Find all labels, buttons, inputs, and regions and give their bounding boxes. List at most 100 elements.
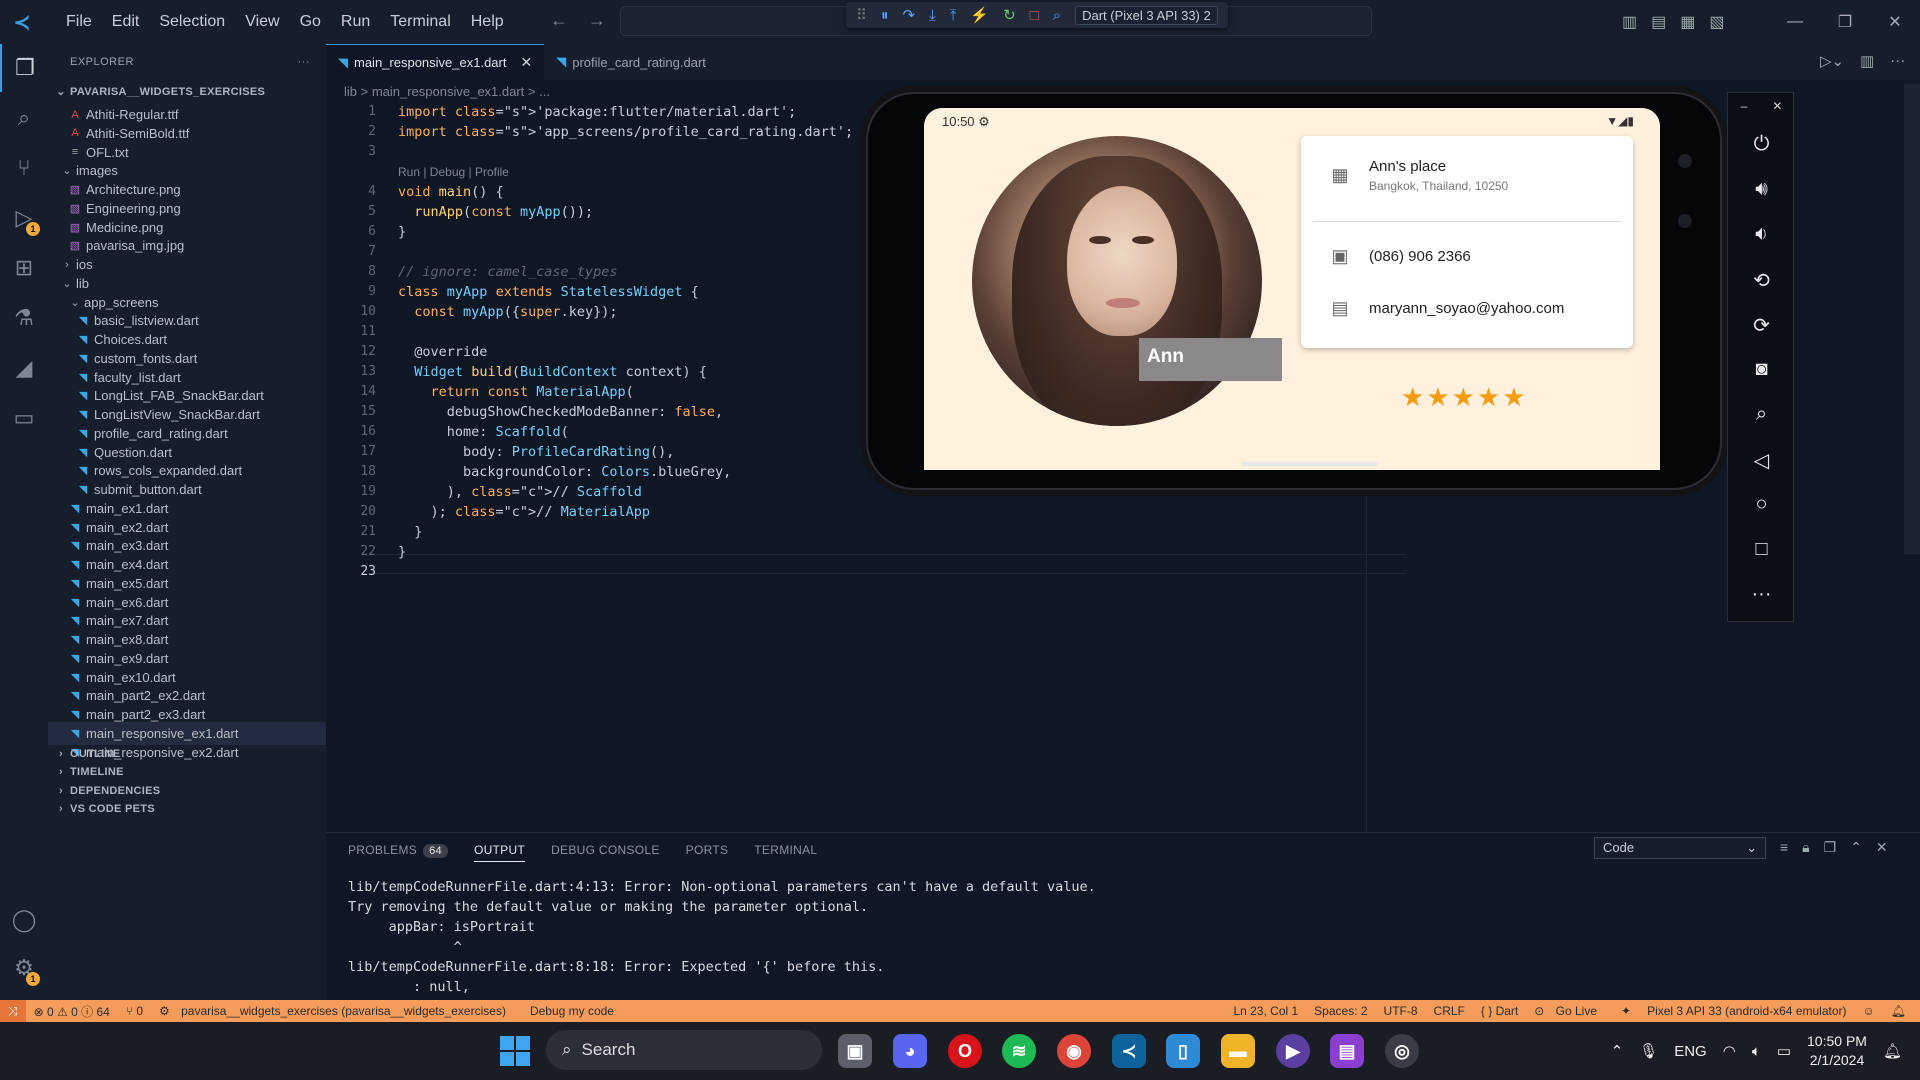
language-mode[interactable]: { } Dart xyxy=(1473,1004,1526,1018)
encoding[interactable]: UTF-8 xyxy=(1376,1004,1426,1018)
step-out-icon[interactable]: ⤒ xyxy=(950,7,957,24)
inspect-icon[interactable]: ⌕ xyxy=(1053,7,1061,24)
menu-item-edit[interactable]: Edit xyxy=(102,0,150,44)
output-channel-select[interactable]: Code ⌄ xyxy=(1594,837,1766,859)
open-in-editor-icon[interactable]: ❐ xyxy=(1824,839,1837,856)
customize-layout-icon[interactable]: ▧ xyxy=(1709,12,1724,32)
hot-reload-icon[interactable]: ⚡ xyxy=(970,6,989,24)
more-actions-icon[interactable]: ··· xyxy=(298,56,311,80)
discord-icon[interactable]: ◕ xyxy=(893,1034,927,1068)
settings-gear-icon[interactable]: ⚙ 1 xyxy=(0,944,48,992)
step-over-icon[interactable]: ↷ xyxy=(903,6,916,24)
windows-start-icon[interactable] xyxy=(500,1036,530,1066)
section-vs-code-pets[interactable]: › VS CODE PETS xyxy=(48,798,326,821)
tab-main-responsive-ex1[interactable]: ◥ main_responsive_ex1.dart ✕ xyxy=(326,44,545,80)
code-line[interactable]: debugShowCheckedModeBanner: false, xyxy=(398,402,853,422)
menu-item-selection[interactable]: Selection xyxy=(149,0,235,44)
code-line[interactable]: } xyxy=(398,222,853,242)
obs-icon[interactable]: ◎ xyxy=(1385,1034,1419,1068)
clipchamp-icon[interactable]: ▤ xyxy=(1330,1034,1364,1068)
extended-controls-icon[interactable]: ··· xyxy=(1728,583,1795,606)
code-line[interactable]: const myApp({super.key}); xyxy=(398,302,853,322)
task-view-icon[interactable]: ▣ xyxy=(838,1034,872,1068)
zoom-icon[interactable]: ⌕ xyxy=(1728,403,1795,426)
code-line[interactable]: class myApp extends StatelessWidget { xyxy=(398,282,853,302)
notification-bell-icon[interactable]: 🔔︎ xyxy=(1883,1042,1902,1060)
maximize-panel-icon[interactable]: ⌃ xyxy=(1850,839,1862,856)
debug-status[interactable]: Debug my code xyxy=(522,1004,622,1018)
code-line[interactable]: } xyxy=(398,542,853,562)
end-of-line[interactable]: CRLF xyxy=(1426,1004,1473,1018)
code-line[interactable]: home: Scaffold( xyxy=(398,422,853,442)
code-line[interactable]: @override xyxy=(398,342,853,362)
emulator-close-icon[interactable]: ✕ xyxy=(1772,99,1782,113)
code-line[interactable]: runApp(const myApp()); xyxy=(398,202,853,222)
back-icon[interactable]: ◁ xyxy=(1728,448,1795,473)
menu-item-run[interactable]: Run xyxy=(331,0,380,44)
toggle-panel-icon[interactable]: ▤ xyxy=(1651,12,1666,32)
code-line[interactable]: import class="s">'app_screens/profile_ca… xyxy=(398,122,853,142)
menu-item-file[interactable]: File xyxy=(56,0,102,44)
battery-icon[interactable]: ▭ xyxy=(1777,1042,1791,1060)
code-line[interactable]: // ignore: camel_case_types xyxy=(398,262,853,282)
spotify-icon[interactable]: ≋ xyxy=(1002,1034,1036,1068)
overview-icon[interactable]: □ xyxy=(1728,538,1795,561)
home-icon[interactable]: ○ xyxy=(1728,493,1795,516)
menu-item-help[interactable]: Help xyxy=(461,0,514,44)
codelens-run-debug[interactable]: Run | Debug | Profile xyxy=(398,162,853,182)
code-line[interactable] xyxy=(398,322,853,342)
device-selector[interactable]: Pixel 3 API 33 (android-x64 emulator) xyxy=(1639,1004,1854,1018)
testing-icon[interactable]: ⚗ xyxy=(0,294,48,342)
run-debug-icon[interactable]: ▷ 1 xyxy=(0,194,48,242)
source-control-icon[interactable]: ⑂ xyxy=(0,144,48,192)
cursor-position[interactable]: Ln 23, Col 1 xyxy=(1225,1004,1306,1018)
flutter-icon[interactable]: ◢ xyxy=(0,344,48,392)
taskbar-search[interactable]: ⌕ Search xyxy=(546,1030,822,1070)
panel-tab-problems[interactable]: PROBLEMS 64 xyxy=(348,843,448,862)
split-editor-icon[interactable]: ▥ xyxy=(1860,52,1874,70)
go-live-button[interactable]: ⊙ Go Live xyxy=(1526,1004,1613,1018)
screenshot-icon[interactable]: ◙ xyxy=(1728,358,1795,381)
rotate-left-icon[interactable]: ⟲ xyxy=(1728,268,1795,293)
clock[interactable]: 10:50 PM 2/1/2024 xyxy=(1807,1032,1867,1070)
vscode-taskbar-icon[interactable]: ≺ xyxy=(1112,1034,1146,1068)
rotate-right-icon[interactable]: ⟳ xyxy=(1728,313,1795,338)
menu-item-go[interactable]: Go xyxy=(290,0,331,44)
minimize-icon[interactable]: — xyxy=(1770,13,1820,31)
tray-overflow-icon[interactable]: ⌃ xyxy=(1611,1042,1624,1060)
forward-arrow-icon[interactable]: → xyxy=(588,10,606,31)
close-panel-icon[interactable]: ✕ xyxy=(1876,839,1888,856)
tab-profile-card-rating[interactable]: ◥ profile_card_rating.dart xyxy=(544,44,718,80)
code-line[interactable]: import class="s">'package:flutter/materi… xyxy=(398,102,853,122)
stop-icon[interactable]: □ xyxy=(1030,7,1039,24)
code-line[interactable] xyxy=(398,242,853,262)
panel-tab-debug-console[interactable]: DEBUG CONSOLE xyxy=(551,843,660,862)
code-content[interactable]: import class="s">'package:flutter/materi… xyxy=(398,102,853,582)
code-line[interactable]: return const MaterialApp( xyxy=(398,382,853,402)
emulator-minimize-icon[interactable]: – xyxy=(1741,99,1748,113)
volume-up-icon[interactable]: 🔊︎ xyxy=(1728,178,1795,201)
pause-icon[interactable]: ⏸ xyxy=(881,7,889,24)
search-icon[interactable]: ⌕ xyxy=(0,94,48,142)
code-line[interactable]: body: ProfileCardRating(), xyxy=(398,442,853,462)
speaker-icon[interactable]: 🔈︎ xyxy=(1752,1043,1761,1060)
notifications-icon[interactable]: 🔔︎ xyxy=(1883,1004,1914,1018)
step-into-icon[interactable]: ⤓ xyxy=(929,7,936,24)
account-icon[interactable]: ◯ xyxy=(0,896,48,944)
power-icon[interactable]: ⏻ xyxy=(1728,133,1795,156)
remote-indicator-icon[interactable]: ⤨ xyxy=(0,1000,26,1022)
feedback-icon[interactable]: ☺ xyxy=(1855,1004,1883,1018)
android-studio-icon[interactable]: ▯ xyxy=(1166,1034,1200,1068)
run-split-icon[interactable]: ▷⌄ xyxy=(1820,52,1844,70)
debug-device-select[interactable]: Dart (Pixel 3 API 33) 2 xyxy=(1075,5,1218,25)
project-root[interactable]: ⌄ PAVARISA__WIDGETS_EXERCISES xyxy=(48,80,326,103)
menu-item-view[interactable]: View xyxy=(235,0,289,44)
toggle-sidebar-icon[interactable]: ▥ xyxy=(1622,12,1637,32)
wifi-icon[interactable]: ◠ xyxy=(1723,1042,1736,1060)
extensions-icon[interactable]: ⊞ xyxy=(0,244,48,292)
code-line[interactable]: backgroundColor: Colors.blueGrey, xyxy=(398,462,853,482)
code-line[interactable]: ), class="c">// Scaffold xyxy=(398,482,853,502)
code-line[interactable]: ); class="c">// MaterialApp xyxy=(398,502,853,522)
emulator-screen[interactable]: 10:50 ⚙ ▼◢▮ Ann ▦ Ann's place Bangkok, T… xyxy=(924,108,1660,470)
panel-tab-ports[interactable]: PORTS xyxy=(686,843,729,862)
